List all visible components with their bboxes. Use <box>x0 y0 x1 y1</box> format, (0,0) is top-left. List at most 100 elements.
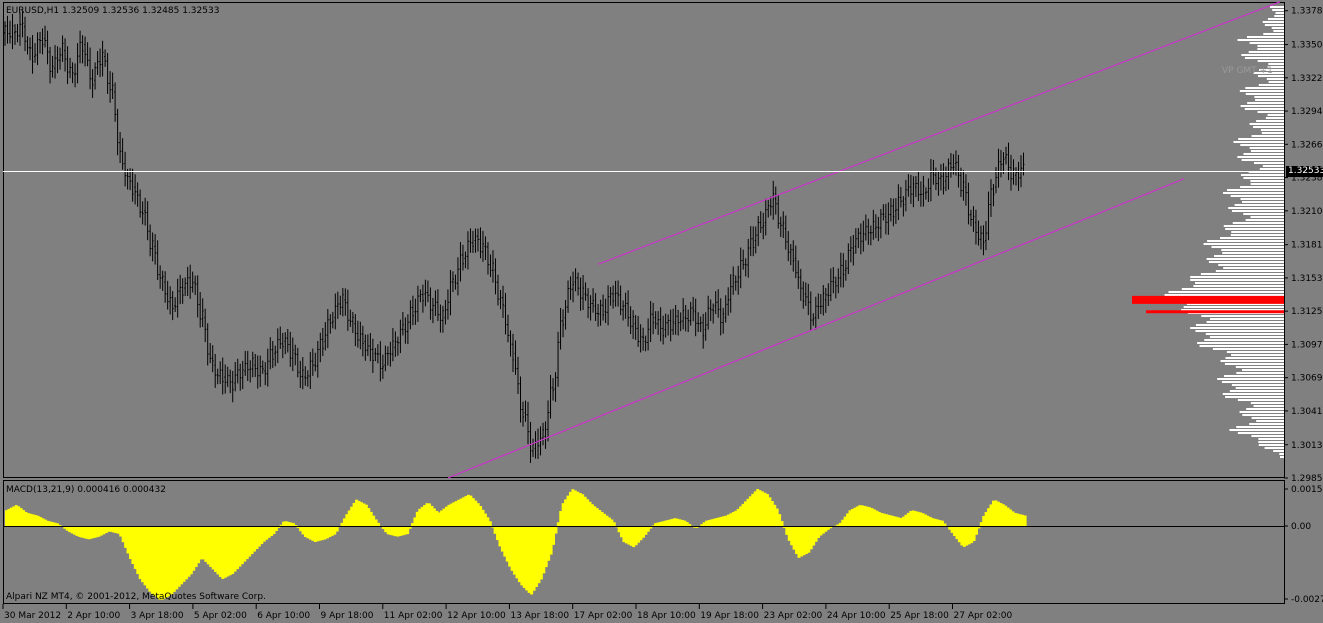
volume-profile-bar <box>1237 399 1284 401</box>
price-tick-label: 1.31535 <box>1291 274 1323 284</box>
volume-profile-bar <box>1210 318 1284 320</box>
volume-profile-bar <box>1242 201 1284 203</box>
price-tick-label: 1.29850 <box>1291 474 1323 484</box>
price-tick-label: 1.32660 <box>1291 140 1323 150</box>
volume-profile-bar <box>1225 396 1284 398</box>
candles-layer <box>4 10 1025 463</box>
volume-profile-bar <box>1242 369 1284 371</box>
volume-profile-bar <box>1220 360 1284 362</box>
price-tick-label: 1.31255 <box>1291 307 1323 317</box>
volume-profile-bar <box>1239 90 1284 92</box>
volume-profile-bar <box>1250 183 1284 185</box>
volume-profile-bar <box>1259 168 1284 170</box>
macd-bar <box>294 524 298 527</box>
macd-histogram <box>5 489 1027 600</box>
macd-bar <box>612 522 616 527</box>
volume-profile-bar <box>1240 174 1284 176</box>
price-tick-label: 1.32940 <box>1291 107 1323 117</box>
volume-profile-bar <box>1235 387 1284 389</box>
current-price-tag: 1.32533 <box>1286 166 1323 177</box>
volume-profile-bar <box>1250 180 1284 182</box>
volume-profile-bar <box>1241 159 1284 161</box>
macd-title: MACD(13,21,9) 0.000416 0.000432 <box>6 485 166 495</box>
terminal-chart-window: 1.337851.335001.332201.329401.326601.323… <box>0 0 1323 623</box>
volume-profile-bar <box>1245 93 1284 95</box>
volume-profile-bar <box>1238 138 1284 140</box>
price-tick-label: 1.30695 <box>1291 374 1323 384</box>
price-tick-label: 1.33500 <box>1291 41 1323 51</box>
time-tick-label: 25 Apr 18:00 <box>890 611 949 621</box>
volume-profile-bar <box>1237 156 1284 158</box>
volume-profile-bar <box>1231 384 1284 386</box>
volume-profile-bar <box>1242 414 1284 416</box>
volume-profile-bar <box>1183 306 1284 308</box>
price-tick-label: 1.33220 <box>1291 74 1323 84</box>
price-tick-label: 1.33785 <box>1291 7 1323 17</box>
macd-axis: 0.00155 0.00 -0.0027 <box>1284 485 1323 605</box>
volume-profile-bar <box>1222 252 1284 254</box>
macd-bar <box>58 525 62 527</box>
volume-profile-bar <box>1246 36 1284 38</box>
volume-profile-bar <box>1247 102 1284 104</box>
volume-profile-bar <box>1190 276 1284 278</box>
volume-profile-bar <box>1223 267 1284 269</box>
volume-profile-bar <box>1221 249 1284 251</box>
price-tick-label: 1.31815 <box>1291 241 1323 251</box>
volume-profile-bar <box>1226 351 1284 353</box>
time-tick-label: 30 Mar 2012 <box>4 611 61 621</box>
volume-profile-bar <box>1251 435 1284 437</box>
volume-profile-bar <box>1251 135 1284 137</box>
volume-profile-bar <box>1243 153 1284 155</box>
volume-profile-bar <box>1201 315 1284 317</box>
volume-profile-bar <box>1223 225 1284 227</box>
time-tick-label: 9 Apr 18:00 <box>321 611 374 621</box>
volume-profile-bar <box>1194 282 1284 284</box>
macd-tick-label: 0.00155 <box>1291 485 1323 495</box>
volume-profile-bar <box>1248 51 1284 53</box>
price-axis: 1.337851.335001.332201.329401.326601.323… <box>1284 7 1323 484</box>
volume-profile-bar <box>1274 15 1284 17</box>
volume-profile-bar <box>1245 219 1284 221</box>
volume-profile-bar <box>1230 195 1284 197</box>
volume-profile-bar <box>1236 426 1284 428</box>
volume-profile-bar <box>1243 177 1284 179</box>
price-tick-label: 1.30130 <box>1291 441 1323 451</box>
volume-profile-bar <box>1233 141 1284 143</box>
volume-profile-bar <box>1206 321 1284 323</box>
volume-profile-bar <box>1221 381 1284 383</box>
price-tick-label: 1.32100 <box>1291 207 1323 217</box>
volume-profile-bar <box>1244 57 1284 59</box>
volume-profile-bar <box>1195 330 1284 332</box>
volume-profile-bar <box>1229 390 1284 392</box>
macd-bar <box>1023 515 1027 527</box>
time-axis: 30 Mar 2012 2 Apr 10:00 3 Apr 18:00 5 Apr 0… <box>2 604 1012 621</box>
volume-profile-bar <box>1229 429 1284 431</box>
volume-profile-bar <box>1218 264 1284 266</box>
volume-profile-bar <box>1234 204 1284 206</box>
volume-profile-bar <box>1257 48 1284 50</box>
macd-bar <box>780 521 784 527</box>
volume-profile-bar <box>1232 222 1284 224</box>
volume-profile-bar <box>1267 18 1284 20</box>
volume-profile-bar <box>1244 108 1284 110</box>
time-tick-label: 18 Apr 10:00 <box>637 611 696 621</box>
chart-canvas[interactable]: 1.337851.335001.332201.329401.326601.323… <box>0 0 1323 623</box>
volume-profile-bar <box>1273 30 1284 32</box>
price-channel[interactable] <box>447 1 1281 479</box>
volume-profile-bar <box>1224 363 1284 365</box>
volume-profile-bar <box>1231 210 1284 212</box>
volume-profile-bar <box>1206 258 1284 260</box>
volume-profile-bar <box>1203 243 1284 245</box>
volume-profile-bar <box>1197 342 1284 344</box>
time-tick-label: 6 Apr 10:00 <box>257 611 310 621</box>
volume-profile-bar <box>1223 192 1284 194</box>
volume-profile-bar <box>1208 261 1284 263</box>
volume-profile-bar <box>1200 273 1284 275</box>
volume-profile-bar <box>1227 189 1284 191</box>
volume-profile-bar <box>1258 444 1284 446</box>
volume-profile-bar <box>1214 255 1284 257</box>
volume-profile-bar <box>1240 105 1284 107</box>
volume-profile-bar <box>1258 441 1284 443</box>
volume-profile-bar <box>1231 231 1284 233</box>
volume-profile-bar <box>1211 246 1284 248</box>
